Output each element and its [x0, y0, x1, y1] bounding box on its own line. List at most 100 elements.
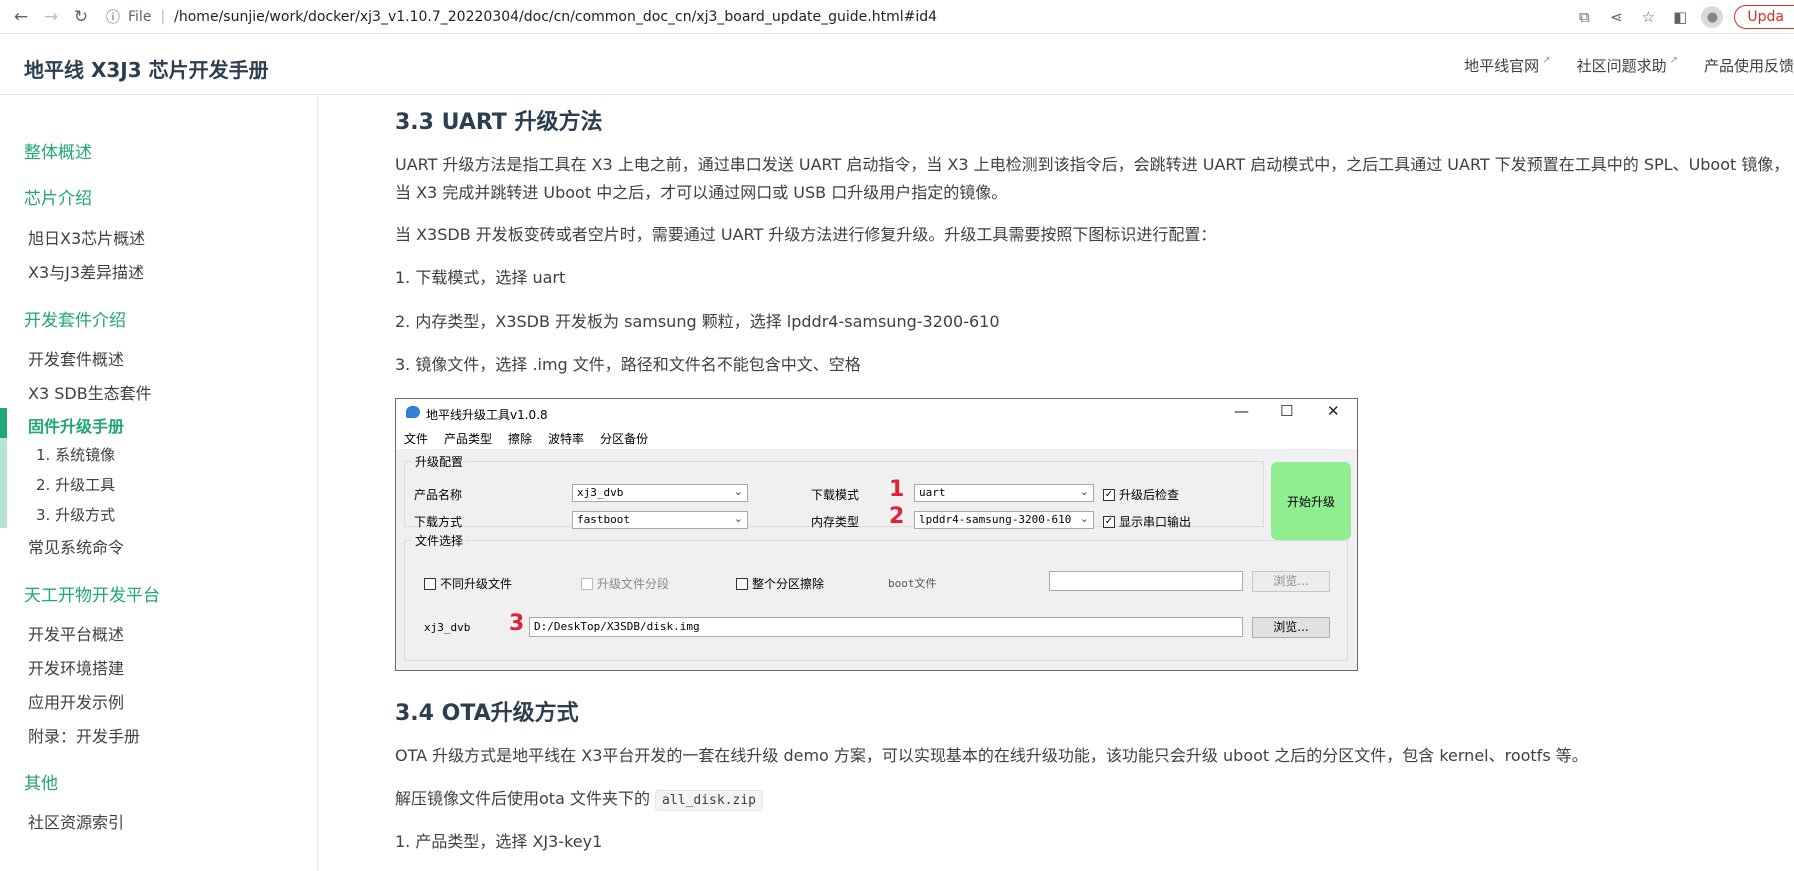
translate-icon[interactable]: ⧉ [1568, 0, 1600, 34]
link-official-site-label: 地平线官网 [1464, 57, 1540, 75]
browser-toolbar: ← → ↻ ⓘ File | /home/sunjie/work/docker/… [0, 0, 1794, 34]
sidebar-section-overview[interactable]: 整体概述 [24, 138, 92, 163]
paragraph-uart-line2: 当 X3 完成并跳转进 Uboot 中之后，才可以通过网口或 USB 口升级用户… [395, 183, 1008, 202]
tool-menu-partition-backup: 分区备份 [600, 431, 649, 446]
download-method-label: 下载方式 [414, 515, 463, 529]
sidebar-item-x3-overview[interactable]: 旭日X3芯片概述 [28, 225, 145, 249]
sidebar-item-app-examples[interactable]: 应用开发示例 [28, 689, 124, 713]
boot-file-label: boot文件 [888, 577, 937, 590]
paragraph-unzip: 解压镜像文件后使用ota 文件夹下的 all_disk.zip [395, 785, 763, 815]
close-icon: ✕ [1327, 402, 1340, 420]
maximize-icon: ☐ [1280, 402, 1294, 420]
url-text[interactable]: /home/sunjie/work/docker/xj3_v1.10.7_202… [174, 9, 937, 25]
annotation-mark-3: 3 [509, 611, 525, 636]
browser-actions: ⧉ ⋖ ☆ ◧ ● Upda [1568, 0, 1794, 34]
chevron-down-icon: ⌄ [733, 512, 743, 525]
sidebar-item-x3-j3-diff[interactable]: X3与J3差异描述 [28, 259, 144, 283]
annotation-mark-2: 2 [889, 504, 905, 529]
sidebar-section-chip[interactable]: 芯片介绍 [24, 184, 92, 209]
tool-menubar: 文件 产品类型 擦除 波特率 分区备份 [396, 427, 1357, 449]
annotation-mark-1: 1 [889, 477, 905, 502]
browse-image-button: 浏览... [1252, 617, 1330, 638]
site-title[interactable]: 地平线 X3J3 芯片开发手册 [24, 54, 269, 83]
checkbox-empty-icon [424, 577, 436, 590]
sidebar-subitem-update-tool[interactable]: 2. 升级工具 [36, 474, 115, 495]
sidebar-item-common-commands[interactable]: 常见系统命令 [28, 534, 124, 558]
paragraph-uart-line1: UART 升级方法是指工具在 X3 上电之前，通过串口发送 UART 启动指令，… [395, 155, 1790, 174]
checkmark-icon: ✓ [1103, 488, 1115, 501]
check-after-update-checkbox: ✓ 升级后检查 [1103, 486, 1179, 503]
external-link-icon: ↗ [1542, 55, 1551, 66]
memory-type-select: lpddr4-samsung-3200-610 ⌄ [914, 511, 1094, 529]
chevron-down-icon: ⌄ [1079, 512, 1089, 525]
checkbox-empty-icon [736, 577, 748, 590]
different-files-label: 不同升级文件 [440, 577, 513, 591]
sidebar-item-kit-overview[interactable]: 开发套件概述 [28, 346, 124, 370]
tool-config-group-label: 升级配置 [412, 453, 467, 470]
download-method-select: fastboot ⌄ [572, 511, 748, 529]
product-name-value: xj3_dvb [577, 486, 624, 499]
download-mode-select: uart ⌄ [914, 484, 1094, 502]
bookmark-star-icon[interactable]: ☆ [1632, 0, 1664, 34]
info-icon[interactable]: ⓘ [102, 7, 124, 27]
link-community-help[interactable]: 社区问题求助 ↗ [1577, 55, 1678, 76]
sidebar-item-firmware-update[interactable]: 固件升级手册 [28, 413, 124, 437]
product-name-label: 产品名称 [414, 488, 463, 502]
address-separator: | [160, 8, 166, 25]
header-links: 地平线官网 ↗ 社区问题求助 ↗ 产品使用反馈 [1464, 55, 1794, 76]
heading-uart-update: 3.3 UART 升级方法 [395, 110, 603, 135]
tool-app-icon [406, 406, 420, 418]
chevron-down-icon: ⌄ [1079, 485, 1089, 498]
reload-icon[interactable]: ↻ [66, 2, 96, 32]
code-all-disk-zip: all_disk.zip [655, 790, 763, 811]
update-button[interactable]: Upda [1734, 5, 1794, 29]
boot-file-input [1049, 571, 1243, 591]
tool-menu-product-type: 产品类型 [444, 431, 493, 446]
memory-type-value: lpddr4-samsung-3200-610 [919, 513, 1072, 526]
sidebar-subitem-update-method[interactable]: 3. 升级方式 [36, 504, 115, 525]
link-official-site[interactable]: 地平线官网 ↗ [1464, 55, 1550, 76]
segmented-files-label: 升级文件分段 [597, 577, 670, 591]
step-image-file: 3. 镜像文件，选择 .img 文件，路径和文件名不能包含中文、空格 [395, 355, 861, 374]
tool-file-group-label: 文件选择 [412, 532, 467, 549]
paragraph-ota: OTA 升级方式是地平线在 X3平台开发的一套在线升级 demo 方案，可以实现… [395, 746, 1588, 765]
sidebar-item-platform-overview[interactable]: 开发平台概述 [28, 621, 124, 645]
share-icon[interactable]: ⋖ [1600, 0, 1632, 34]
profile-avatar[interactable]: ● [1696, 0, 1728, 34]
tool-menu-file: 文件 [404, 431, 429, 446]
heading-ota-update: 3.4 OTA升级方式 [395, 701, 579, 726]
step-memory-type: 2. 内存类型，X3SDB 开发板为 samsung 颗粒，选择 lpddr4-… [395, 312, 1000, 331]
sidebar-item-env-setup[interactable]: 开发环境搭建 [28, 655, 124, 679]
address-bar[interactable]: ⓘ File | /home/sunjie/work/docker/xj3_v1… [102, 3, 1462, 31]
checkbox-empty-icon [581, 577, 593, 590]
forward-icon[interactable]: → [36, 2, 66, 32]
site-header: 地平线 X3J3 芯片开发手册 地平线官网 ↗ 社区问题求助 ↗ 产品使用反馈 [0, 35, 1794, 95]
sidebar-section-other[interactable]: 其他 [24, 769, 58, 794]
side-panel-icon[interactable]: ◧ [1664, 0, 1696, 34]
sidebar-item-x3-sdb[interactable]: X3 SDB生态套件 [28, 380, 152, 404]
sidebar-section-platform[interactable]: 天工开物开发平台 [24, 581, 160, 606]
paragraph-unzip-text: 解压镜像文件后使用ota 文件夹下的 [395, 789, 656, 808]
download-method-value: fastboot [577, 513, 630, 526]
ota-step-product-type: 1. 产品类型，选择 XJ3-key1 [395, 832, 603, 851]
paragraph-x3sdb: 当 X3SDB 开发板变砖或者空片时，需要通过 UART 升级方法进行修复升级。… [395, 225, 1217, 244]
tool-file-group [404, 540, 1348, 661]
segmented-files-checkbox: 升级文件分段 [581, 575, 669, 592]
browse-boot-button: 浏览... [1252, 571, 1330, 592]
erase-all-partition-label: 整个分区擦除 [752, 577, 825, 591]
external-link-icon: ↗ [1669, 55, 1678, 66]
link-feedback[interactable]: 产品使用反馈 [1704, 55, 1794, 76]
sidebar-subitem-system-image[interactable]: 1. 系统镜像 [36, 444, 115, 465]
tool-menu-erase: 擦除 [508, 431, 533, 446]
sidebar-item-appendix[interactable]: 附录：开发手册 [28, 723, 140, 747]
sidebar-item-community-index[interactable]: 社区资源索引 [28, 809, 124, 833]
submenu-indicator [0, 438, 7, 528]
check-after-update-label: 升级后检查 [1119, 488, 1180, 502]
sidebar: 整体概述 芯片介绍 旭日X3芯片概述 X3与J3差异描述 开发套件介绍 开发套件… [0, 96, 318, 871]
sidebar-section-kit[interactable]: 开发套件介绍 [24, 306, 126, 331]
file-label: File [128, 8, 152, 25]
tool-titlebar: 地平线升级工具v1.0.8 — ☐ ✕ [396, 399, 1357, 427]
tool-title: 地平线升级工具v1.0.8 [426, 408, 548, 422]
link-community-help-label: 社区问题求助 [1576, 57, 1667, 75]
back-icon[interactable]: ← [6, 2, 36, 32]
